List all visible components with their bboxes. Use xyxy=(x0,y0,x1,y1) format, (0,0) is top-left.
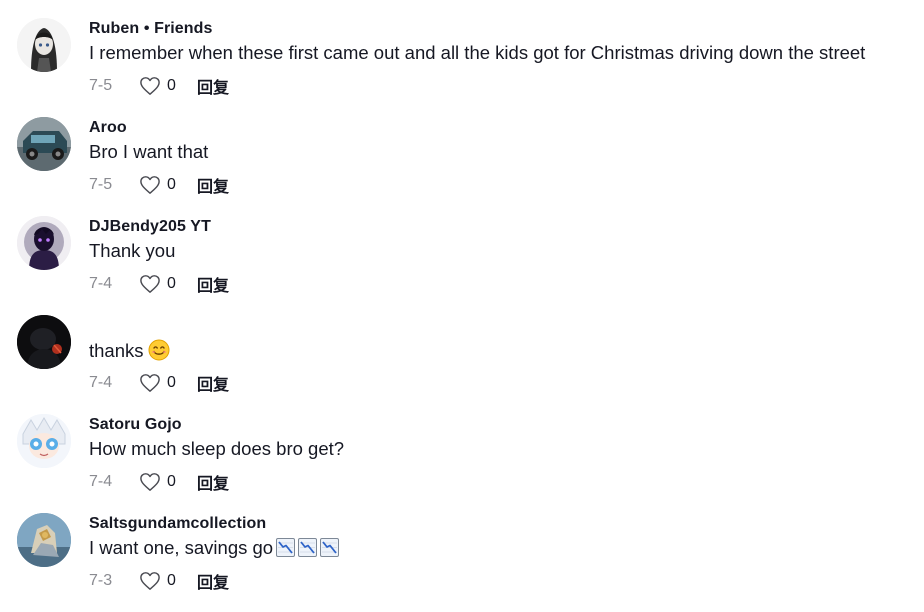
heart-outline-icon xyxy=(140,77,160,95)
comment-text: How much sleep does bro get? xyxy=(89,438,345,459)
comment-meta: 7-5 0 回复 xyxy=(89,75,229,97)
comment-meta: 7-4 0 回复 xyxy=(89,372,229,394)
avatar[interactable] xyxy=(17,18,71,72)
comment-author[interactable]: DJBendy205 YT xyxy=(89,218,211,236)
reply-button[interactable]: 回复 xyxy=(197,470,229,494)
like-button[interactable]: 0 xyxy=(139,175,197,195)
comment-item: Satoru Gojo How much sleep does bro get?… xyxy=(0,414,924,513)
comment-meta: 7-3 0 回复 xyxy=(89,570,229,592)
reply-button[interactable]: 回复 xyxy=(197,173,229,197)
heart-outline-icon xyxy=(140,572,160,590)
like-button[interactable]: 0 xyxy=(139,373,197,393)
comment-item: Saltsgundamcollection I want one, saving… xyxy=(0,513,924,612)
reply-button[interactable]: 回复 xyxy=(197,569,229,593)
like-count: 0 xyxy=(167,275,176,292)
comment-text-content: thanks xyxy=(89,340,144,361)
comment-author[interactable]: Satoru Gojo xyxy=(89,416,182,434)
reply-button[interactable]: 回复 xyxy=(197,74,229,98)
comment-item: thanks 7-4 0 回复 xyxy=(0,315,924,414)
chart-decreasing-emoji xyxy=(298,538,318,557)
comment-date: 7-5 xyxy=(89,176,113,193)
avatar[interactable] xyxy=(17,117,71,171)
like-count: 0 xyxy=(167,176,176,193)
heart-outline-icon xyxy=(140,176,160,194)
like-count: 0 xyxy=(167,77,176,94)
comment-text: I remember when these first came out and… xyxy=(89,42,866,63)
like-button[interactable]: 0 xyxy=(139,76,197,96)
avatar[interactable] xyxy=(17,216,71,270)
heart-outline-icon xyxy=(140,374,160,392)
reply-button[interactable]: 回复 xyxy=(197,272,229,296)
heart-outline-icon xyxy=(140,275,160,293)
comment-text: Bro I want that xyxy=(89,141,209,162)
comment-date: 7-4 xyxy=(89,374,113,391)
comment-date: 7-4 xyxy=(89,473,113,490)
comment-text: I want one, savings go xyxy=(89,537,340,559)
comment-item: DJBendy205 YT Thank you 7-4 0 回复 xyxy=(0,216,924,315)
like-button[interactable]: 0 xyxy=(139,472,197,492)
comment-text: Thank you xyxy=(89,240,176,261)
comment-date: 7-3 xyxy=(89,572,113,589)
comment-author[interactable]: Ruben • Friends xyxy=(89,20,213,38)
avatar[interactable] xyxy=(17,513,71,567)
comment-author[interactable]: Aroo xyxy=(89,119,127,137)
like-count: 0 xyxy=(167,374,176,391)
like-button[interactable]: 0 xyxy=(139,274,197,294)
avatar[interactable] xyxy=(17,315,71,369)
comment-text: thanks xyxy=(89,339,170,366)
smiling-face-emoji xyxy=(148,339,170,366)
comment-text-content: I want one, savings go xyxy=(89,537,274,558)
avatar[interactable] xyxy=(17,414,71,468)
comment-date: 7-5 xyxy=(89,77,113,94)
comment-item: Ruben • Friends I remember when these fi… xyxy=(0,18,924,117)
like-count: 0 xyxy=(167,473,176,490)
heart-outline-icon xyxy=(140,473,160,491)
chart-decreasing-emoji xyxy=(320,538,340,557)
comment-meta: 7-5 0 回复 xyxy=(89,174,229,196)
comment-date: 7-4 xyxy=(89,275,113,292)
comment-item: Aroo Bro I want that 7-5 0 回复 xyxy=(0,117,924,216)
like-count: 0 xyxy=(167,572,176,589)
reply-button[interactable]: 回复 xyxy=(197,371,229,395)
comment-author[interactable]: Saltsgundamcollection xyxy=(89,515,266,533)
chart-decreasing-emoji xyxy=(276,538,296,557)
comment-meta: 7-4 0 回复 xyxy=(89,273,229,295)
comment-meta: 7-4 0 回复 xyxy=(89,471,229,493)
like-button[interactable]: 0 xyxy=(139,571,197,591)
